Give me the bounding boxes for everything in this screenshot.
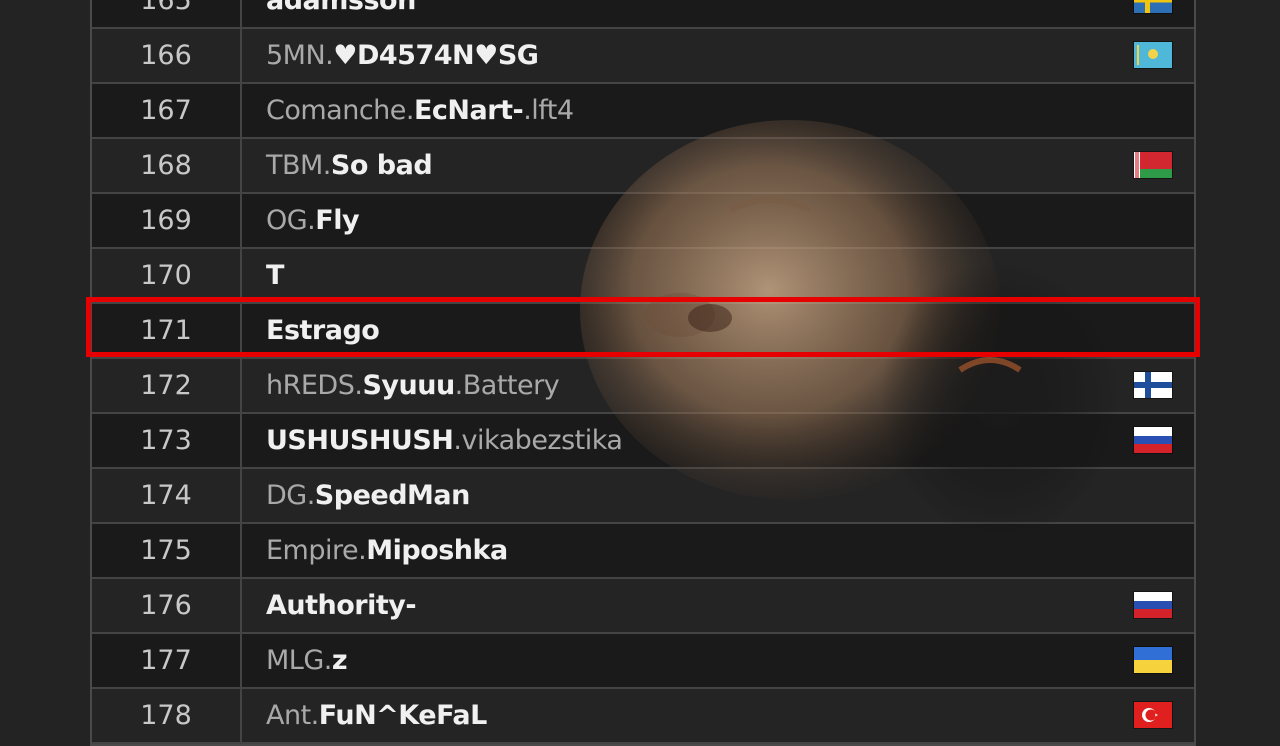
name-suffix: .lft4 — [523, 95, 574, 126]
player-name: SpeedMan — [314, 480, 471, 511]
player-name-cell: T — [242, 249, 1194, 302]
team-tag: OG. — [266, 205, 316, 236]
flag-finland-icon — [1134, 372, 1172, 398]
player-name-cell: Empire. Miposhka — [242, 524, 1194, 577]
rank-cell: 167 — [92, 84, 242, 137]
rank-cell: 176 — [92, 579, 242, 632]
player-name: ♥D4574N♥SG — [333, 40, 539, 71]
player-name-cell: TBM. So bad — [242, 139, 1194, 192]
player-name-cell: 5MN. ♥D4574N♥SG — [242, 29, 1194, 82]
player-name: z — [331, 645, 348, 676]
table-row-highlighted[interactable]: 171 Estrago — [92, 304, 1194, 359]
team-tag: DG. — [266, 480, 315, 511]
team-tag: Ant. — [266, 700, 319, 731]
rank-cell: 177 — [92, 634, 242, 687]
player-name: adamsson — [266, 0, 416, 16]
player-name-cell: MLG. z — [242, 634, 1194, 687]
player-name-cell: USHUSHUSH .vikabezstika — [242, 414, 1194, 467]
table-row[interactable]: 173 USHUSHUSH .vikabezstika — [92, 414, 1194, 469]
table-row[interactable]: 172 hREDS. Syuuu .Battery — [92, 359, 1194, 414]
table-row[interactable]: 177 MLG. z — [92, 634, 1194, 689]
player-name-cell: OG. Fly — [242, 194, 1194, 247]
team-tag: 5MN. — [266, 40, 334, 71]
name-suffix: .Battery — [454, 370, 560, 401]
player-name: Authority- — [266, 590, 417, 621]
player-name: USHUSHUSH — [266, 425, 454, 456]
name-suffix: .vikabezstika — [453, 425, 623, 456]
player-name: FuN^KeFaL — [318, 700, 488, 731]
team-tag: Comanche. — [266, 95, 414, 126]
player-name: EcNart- — [413, 95, 524, 126]
player-name: Estrago — [266, 315, 380, 346]
table-row[interactable]: 168 TBM. So bad — [92, 139, 1194, 194]
flag-russia-icon — [1134, 427, 1172, 453]
table-row[interactable]: 175 Empire. Miposhka — [92, 524, 1194, 579]
flag-sweden-icon — [1134, 0, 1172, 13]
player-name-cell: DG. SpeedMan — [242, 469, 1194, 522]
flag-kazakhstan-icon — [1134, 42, 1172, 68]
rank-cell: 171 — [92, 304, 242, 357]
table-row[interactable]: 165 adamsson — [92, 0, 1194, 29]
flag-turkey-icon — [1134, 702, 1172, 728]
rank-cell: 168 — [92, 139, 242, 192]
team-tag: MLG. — [266, 645, 332, 676]
flag-russia-icon — [1134, 592, 1172, 618]
flag-belarus-icon — [1134, 152, 1172, 178]
player-name-cell: adamsson — [242, 0, 1194, 27]
rank-cell: 174 — [92, 469, 242, 522]
player-name-cell: Authority- — [242, 579, 1194, 632]
rank-cell: 165 — [92, 0, 242, 27]
rank-cell: 172 — [92, 359, 242, 412]
player-name: So bad — [330, 150, 433, 181]
table-row[interactable]: 167 Comanche. EcNart- .lft4 — [92, 84, 1194, 139]
player-name: Miposhka — [366, 535, 508, 566]
player-name-cell: Ant. FuN^KeFaL — [242, 689, 1194, 742]
team-tag: Empire. — [266, 535, 367, 566]
player-name-cell: hREDS. Syuuu .Battery — [242, 359, 1194, 412]
table-row[interactable]: 170 T — [92, 249, 1194, 304]
team-tag: hREDS. — [266, 370, 363, 401]
team-tag: TBM. — [266, 150, 331, 181]
table-row[interactable]: 166 5MN. ♥D4574N♥SG — [92, 29, 1194, 84]
table-row[interactable]: 176 Authority- — [92, 579, 1194, 634]
flag-ukraine-icon — [1134, 647, 1172, 673]
table-row[interactable]: 178 Ant. FuN^KeFaL — [92, 689, 1194, 744]
player-name: T — [266, 260, 284, 291]
player-name: Syuuu — [362, 370, 455, 401]
rank-cell: 170 — [92, 249, 242, 302]
player-name: Fly — [315, 205, 360, 236]
rank-cell: 175 — [92, 524, 242, 577]
rank-cell: 166 — [92, 29, 242, 82]
rank-cell: 178 — [92, 689, 242, 742]
rank-cell: 169 — [92, 194, 242, 247]
leaderboard-table: 165 adamsson 166 5MN. ♥D4574N♥SG 167 Coma… — [90, 0, 1196, 746]
table-row[interactable]: 174 DG. SpeedMan — [92, 469, 1194, 524]
player-name-cell: Estrago — [242, 304, 1194, 357]
table-row[interactable]: 169 OG. Fly — [92, 194, 1194, 249]
rank-cell: 173 — [92, 414, 242, 467]
player-name-cell: Comanche. EcNart- .lft4 — [242, 84, 1194, 137]
